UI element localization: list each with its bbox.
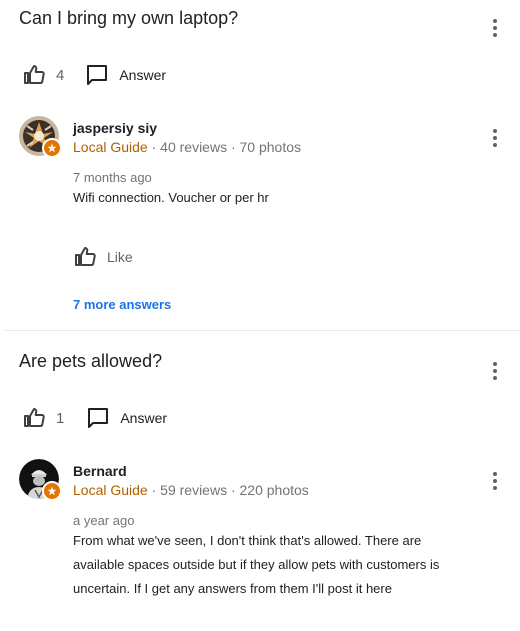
- answer-author[interactable]: Bernard: [73, 463, 127, 479]
- thumb-up-outline-icon: [24, 65, 45, 84]
- question-card: Can I bring my own laptop? 4 Answer jasp…: [0, 0, 520, 330]
- question-title: Can I bring my own laptop?: [19, 8, 239, 28]
- answer-time: a year ago: [73, 513, 135, 528]
- local-guide-badge: [42, 138, 62, 158]
- avatar[interactable]: [19, 459, 62, 501]
- like-question-button[interactable]: 1: [22, 406, 64, 430]
- like-count: 1: [56, 409, 65, 427]
- answer-text: Wifi connection. Voucher or per hr: [73, 190, 269, 205]
- more-options-button[interactable]: [483, 359, 507, 383]
- like-count: 4: [56, 66, 65, 84]
- like-question-button[interactable]: 4: [22, 63, 64, 87]
- like-answer-button[interactable]: Like: [73, 245, 133, 269]
- answer-button[interactable]: Answer: [86, 406, 167, 430]
- question-card: Are pets allowed? 1 Answer Bernard Local…: [0, 331, 520, 631]
- local-guide-label: Local Guide: [73, 482, 148, 498]
- like-label: Like: [107, 249, 133, 265]
- answer-label: Answer: [119, 67, 167, 83]
- answer-more-options-button[interactable]: [483, 469, 507, 493]
- answer-author[interactable]: jaspersiy siy: [73, 120, 157, 136]
- answer-more-options-button[interactable]: [483, 126, 507, 150]
- answer-button[interactable]: Answer: [85, 63, 166, 87]
- review-count: · 40 reviews · 70 photos: [151, 139, 302, 155]
- answer-time: 7 months ago: [73, 170, 152, 185]
- chat-bubble-outline-icon: [87, 65, 108, 85]
- local-guide-badge: [42, 481, 62, 501]
- more-vert-icon: [493, 472, 497, 490]
- thumb-up-outline-icon: [24, 408, 45, 427]
- question-title: Are pets allowed?: [19, 351, 163, 371]
- chat-bubble-outline-icon: [88, 408, 109, 428]
- question-actions: 1 Answer: [22, 406, 167, 430]
- thumb-up-outline-icon: [75, 247, 96, 266]
- review-count: · 59 reviews · 220 photos: [151, 482, 309, 498]
- answer-text: From what we've seen, I don't think that…: [73, 533, 440, 596]
- more-options-button[interactable]: [483, 16, 507, 40]
- local-guide-star-icon: [47, 486, 57, 496]
- author-meta: Local Guide · 40 reviews · 70 photos: [73, 139, 301, 155]
- more-vert-icon: [493, 19, 497, 37]
- author-meta: Local Guide · 59 reviews · 220 photos: [73, 482, 309, 498]
- answer-label: Answer: [120, 410, 168, 426]
- avatar[interactable]: [19, 116, 62, 158]
- local-guide-star-icon: [47, 143, 57, 153]
- more-answers-link[interactable]: 7 more answers: [73, 297, 171, 312]
- more-vert-icon: [493, 129, 497, 147]
- local-guide-label: Local Guide: [73, 139, 148, 155]
- question-actions: 4 Answer: [22, 63, 166, 87]
- more-vert-icon: [493, 362, 497, 380]
